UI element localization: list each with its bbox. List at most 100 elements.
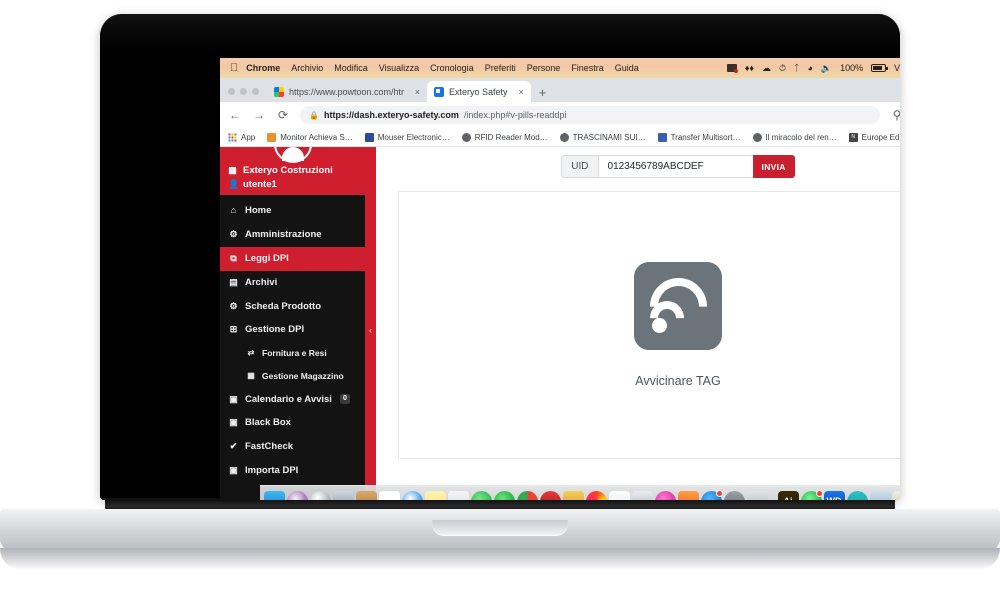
menu-item-guida[interactable]: Guida	[615, 63, 639, 73]
notification-badge: 0	[339, 393, 350, 404]
bookmark-transfer-multisort[interactable]: Transfer Multisort…	[657, 132, 741, 142]
sidebar-item-fastcheck[interactable]: ✔ FastCheck	[220, 435, 365, 459]
menu-bar-clock[interactable]: Ven 16:14	[894, 63, 900, 73]
uid-field-label: UID	[561, 155, 598, 178]
close-window-button[interactable]	[228, 88, 235, 95]
facetime-icon[interactable]	[493, 491, 515, 500]
minimize-window-button[interactable]	[240, 88, 247, 95]
bookmark-app[interactable]: App	[228, 132, 255, 142]
wd-drive-icon[interactable]: WD	[823, 491, 845, 500]
finder-icon[interactable]	[263, 491, 285, 500]
presentation-icon[interactable]	[631, 491, 653, 500]
sidebar-item-black-box[interactable]: ▣ Black Box	[220, 411, 365, 435]
downloads-folder-icon[interactable]	[869, 491, 891, 500]
scanner-icon[interactable]	[746, 491, 768, 500]
numbers-icon[interactable]	[608, 491, 630, 500]
browser-tab-exteryo-safety[interactable]: Exteryo Safety ×	[427, 81, 531, 102]
sidebar-item-home[interactable]: ⌂ Home	[220, 199, 365, 223]
uid-input[interactable]	[597, 155, 753, 178]
arduino-icon[interactable]	[846, 491, 868, 500]
bookmark-monitor-achieva[interactable]: Monitor Achieva S…	[267, 132, 353, 142]
sidebar-item-label: Leggi DPI	[245, 252, 289, 264]
sidebar-item-importa-dpi[interactable]: ▣ Importa DPI	[220, 459, 365, 483]
ibooks-icon[interactable]	[677, 491, 699, 500]
close-tab-icon[interactable]: ×	[513, 87, 524, 97]
keynote-icon[interactable]	[562, 491, 584, 500]
bluetooth-icon[interactable]: ᛏ	[794, 63, 799, 73]
sidebar-item-scheda-prodotto[interactable]: ⚙ Scheda Prodotto	[220, 295, 365, 319]
chrome-icon[interactable]	[516, 491, 538, 500]
photoshop-icon[interactable]	[539, 491, 561, 500]
launchpad-icon[interactable]	[286, 491, 308, 500]
globe-icon	[559, 132, 569, 142]
bookmark-trascinami[interactable]: TRASCINAMI SUI…	[559, 132, 646, 142]
time-machine-icon[interactable]: ⏱	[779, 63, 786, 73]
menu-item-modifica[interactable]: Modifica	[334, 63, 368, 73]
new-tab-button[interactable]: +	[531, 86, 555, 102]
reload-icon[interactable]: ⟳	[276, 108, 290, 122]
calendar-icon[interactable]	[378, 491, 400, 500]
sidebar-item-calendario-e-avvisi[interactable]: ▣ Calendario e Avvisi 0	[220, 388, 365, 412]
system-preferences-icon[interactable]	[723, 491, 745, 500]
itunes-icon[interactable]	[654, 491, 676, 500]
sidebar-item-fornitura-e-resi[interactable]: ⇄ Fornitura e Resi	[220, 342, 365, 365]
screen-recording-icon[interactable]	[726, 64, 738, 73]
cloud-icon[interactable]: ☁	[762, 63, 771, 73]
back-icon[interactable]: ←	[228, 108, 242, 122]
whatsapp-icon[interactable]	[800, 490, 823, 500]
browser-tab-powtoon[interactable]: https://www.powtoon.com/htm ×	[267, 81, 427, 102]
rfid-nfc-signal-icon	[634, 262, 722, 350]
address-bar[interactable]: 🔒 https://dash.exteryo-safety.com/index.…	[300, 106, 880, 124]
volume-icon[interactable]: 🔈	[821, 63, 832, 73]
sidebar-item-gestione-dpi[interactable]: ⊞ Gestione DPI	[220, 318, 365, 342]
notes-icon[interactable]	[424, 491, 446, 500]
window-controls[interactable]	[228, 88, 267, 102]
menu-item-chrome[interactable]: Chrome	[246, 63, 280, 73]
dropbox-icon[interactable]: ♦♦	[745, 63, 754, 73]
menu-item-cronologia[interactable]: Cronologia	[430, 63, 474, 73]
bookmark-europe-edition[interactable]: N Europe Edition - L…	[848, 132, 900, 142]
sidebar-item-archivi[interactable]: ▤ Archivi	[220, 271, 365, 295]
user-icon: 👤	[228, 179, 240, 189]
menu-item-archivio[interactable]: Archivio	[291, 63, 323, 73]
preview-icon[interactable]	[332, 491, 354, 500]
bookmark-mouser-electronics[interactable]: Mouser Electronic…	[364, 132, 450, 142]
apple-logo-icon[interactable]: 	[230, 62, 238, 74]
maximize-window-button[interactable]	[252, 88, 259, 95]
sidebar-item-leggi-dpi[interactable]: ⧉ Leggi DPI	[220, 246, 365, 271]
menu-item-persone[interactable]: Persone	[527, 63, 561, 73]
dock-notification-badge	[815, 490, 823, 497]
bookmark-rfid-reader[interactable]: RFID Reader Mod…	[461, 132, 548, 142]
contacts-icon[interactable]	[355, 491, 377, 500]
chrome-window: https://www.powtoon.com/htm × Exteryo Sa…	[220, 78, 900, 500]
bookmark-label: TRASCINAMI SUI…	[572, 132, 646, 142]
menu-item-finestra[interactable]: Finestra	[571, 63, 604, 73]
wifi-icon[interactable]: ◕	[807, 63, 812, 73]
rocket-icon[interactable]	[309, 491, 331, 500]
photos-icon[interactable]	[585, 491, 607, 500]
exteryo-favicon-icon	[434, 86, 444, 97]
tools-icon[interactable]	[447, 491, 469, 500]
bookmark-label: Mouser Electronic…	[377, 132, 450, 142]
illustrator-icon[interactable]: Ai	[777, 491, 799, 500]
bookmark-miracolo[interactable]: Il miracolo del ren…	[752, 132, 837, 142]
messages-icon[interactable]	[470, 491, 492, 500]
user-name: utente1	[243, 179, 277, 190]
forward-icon[interactable]: →	[252, 108, 266, 122]
sidebar-item-label: FastCheck	[245, 441, 294, 453]
safari-icon[interactable]	[401, 491, 423, 500]
battery-icon[interactable]	[871, 64, 889, 72]
submit-uid-button[interactable]: INVIA	[752, 155, 795, 178]
menu-item-preferiti[interactable]: Preferiti	[485, 63, 516, 73]
sidebar-item-gestione-magazzino[interactable]: ▦ Gestione Magazzino	[220, 365, 365, 388]
chevron-left-icon[interactable]: ‹	[369, 326, 372, 335]
menu-item-visualizza[interactable]: Visualizza	[379, 63, 419, 73]
sidebar-item-amministrazione[interactable]: ⚙ Amministrazione	[220, 223, 365, 247]
appstore-icon[interactable]	[700, 490, 723, 500]
password-key-icon[interactable]: ⚲	[890, 108, 900, 122]
globe-icon	[461, 132, 471, 142]
close-tab-icon[interactable]: ×	[409, 87, 420, 97]
bookmark-label: Il miracolo del ren…	[765, 132, 837, 142]
sidebar-collapse-rail[interactable]: ‹	[365, 147, 376, 500]
documents-folder-icon[interactable]	[892, 491, 900, 500]
